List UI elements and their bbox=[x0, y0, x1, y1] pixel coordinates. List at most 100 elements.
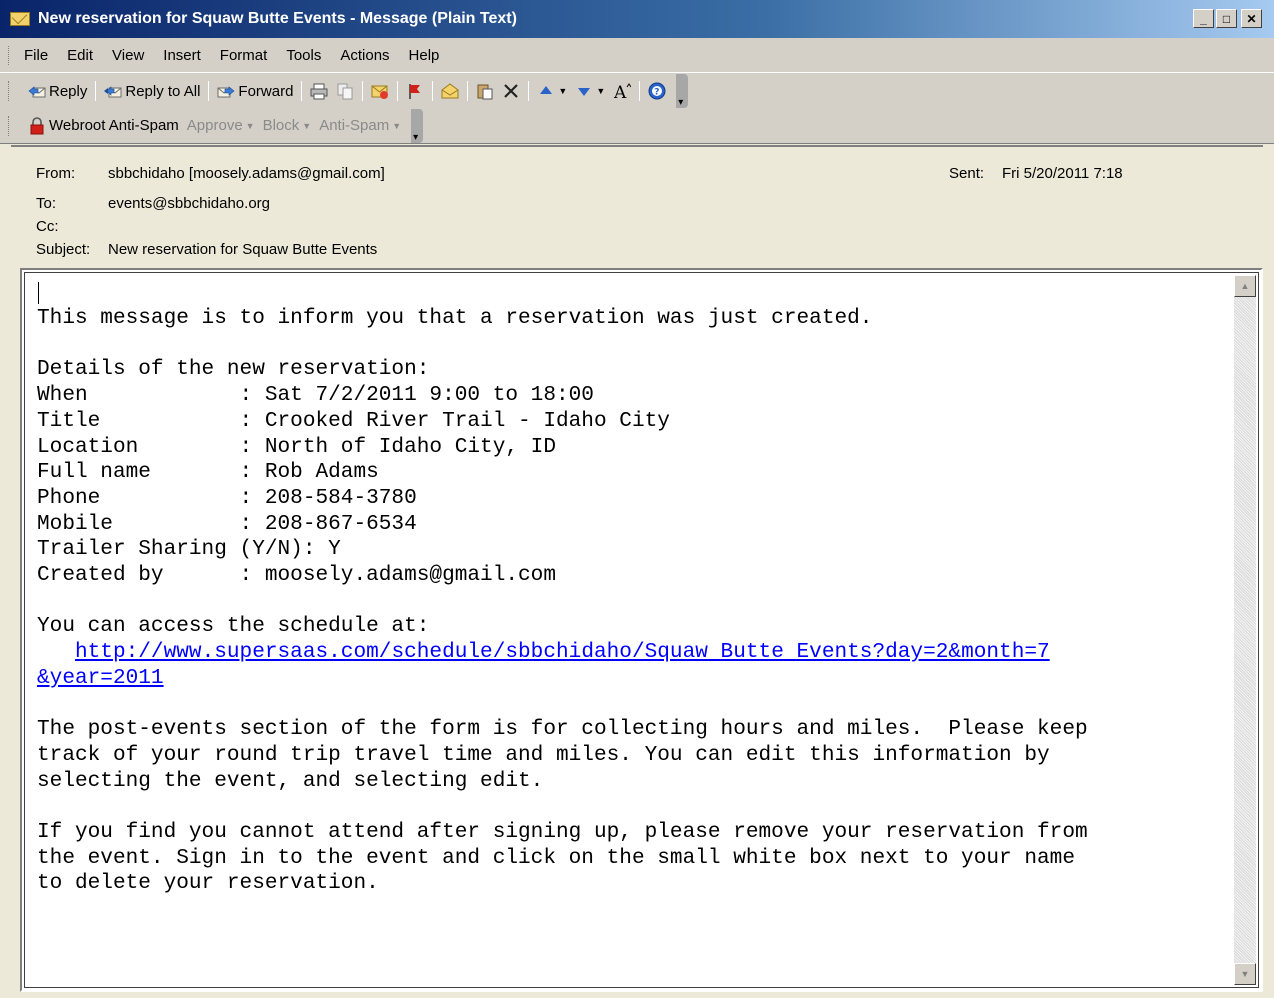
minimize-button[interactable]: _ bbox=[1193, 9, 1214, 28]
location-line: Location : North of Idaho City, ID bbox=[37, 434, 556, 459]
open-envelope-icon bbox=[441, 82, 459, 100]
title-bar: New reservation for Squaw Butte Events -… bbox=[0, 0, 1274, 38]
sent-row: Sent: Fri 5/20/2011 7:18 bbox=[949, 165, 1123, 182]
reply-all-label: Reply to All bbox=[125, 82, 201, 100]
access-heading: You can access the schedule at: bbox=[37, 614, 430, 639]
toolbar-grip[interactable] bbox=[8, 116, 12, 136]
block-label: Block bbox=[262, 117, 300, 134]
toolbar-separator bbox=[95, 81, 97, 101]
sent-label: Sent: bbox=[949, 165, 985, 182]
cc-row: Cc: bbox=[36, 218, 108, 235]
trailer-line: Trailer Sharing (Y/N): Y bbox=[37, 537, 341, 562]
scroll-up-button[interactable]: ▲ bbox=[1234, 275, 1256, 297]
menu-format[interactable]: Format bbox=[220, 47, 268, 64]
schedule-link-continued[interactable]: &year=2011 bbox=[37, 666, 164, 690]
move-button[interactable] bbox=[472, 78, 498, 104]
printer-icon bbox=[310, 82, 328, 100]
follow-up-flag-button[interactable] bbox=[402, 78, 428, 104]
flag-icon bbox=[406, 82, 424, 100]
text-caret bbox=[38, 282, 39, 304]
down-arrow-icon bbox=[575, 82, 593, 100]
toolbar-overflow-handle[interactable] bbox=[676, 74, 689, 108]
menu-file[interactable]: File bbox=[24, 47, 48, 64]
menu-insert[interactable]: Insert bbox=[163, 47, 201, 64]
move-to-folder-button[interactable] bbox=[367, 78, 393, 104]
forward-button[interactable]: Forward bbox=[213, 78, 297, 104]
menu-edit[interactable]: Edit bbox=[67, 47, 93, 64]
subject-label: Subject: bbox=[36, 241, 91, 258]
menu-help[interactable]: Help bbox=[409, 47, 440, 64]
envelope-icon bbox=[10, 11, 30, 27]
standard-toolbar: Reply Reply to All Forward ▼ ▼ A ? ▾ bbox=[0, 73, 1274, 109]
approve-dropdown[interactable]: Approve ▼ bbox=[183, 113, 259, 139]
full-name-line: Full name : Rob Adams bbox=[37, 460, 379, 485]
forward-label: Forward bbox=[238, 82, 294, 100]
previous-item-button[interactable]: ▼ bbox=[533, 78, 571, 104]
menu-bar: File Edit View Insert Format Tools Actio… bbox=[0, 38, 1274, 73]
reply-icon bbox=[28, 82, 46, 100]
lock-icon bbox=[28, 116, 46, 135]
toolbar-separator bbox=[467, 81, 469, 101]
to-row: To: events@sbbchidaho.org bbox=[36, 195, 270, 212]
font-size-icon: A bbox=[613, 82, 632, 103]
antispam-toolbar: Webroot Anti-Spam Approve ▼ Block ▼ Anti… bbox=[0, 108, 1274, 144]
to-value[interactable]: events@sbbchidaho.org bbox=[108, 195, 270, 212]
details-heading: Details of the new reservation: bbox=[37, 357, 430, 382]
message-header: From: sbbchidaho [moosely.adams@gmail.co… bbox=[11, 145, 1263, 267]
reply-label: Reply bbox=[49, 82, 88, 100]
chevron-down-icon[interactable]: ▼ bbox=[558, 86, 567, 96]
copy-icon bbox=[336, 82, 354, 100]
window-controls: _ □ ✕ bbox=[1193, 9, 1262, 28]
forward-icon bbox=[217, 82, 235, 100]
vertical-scrollbar[interactable]: ▲ ▼ bbox=[1234, 275, 1256, 985]
font-size-button[interactable]: A bbox=[609, 78, 635, 104]
delete-button[interactable] bbox=[498, 78, 524, 104]
menu-tools[interactable]: Tools bbox=[286, 47, 321, 64]
copy-button[interactable] bbox=[332, 78, 358, 104]
approve-label: Approve bbox=[186, 117, 243, 134]
block-dropdown[interactable]: Block ▼ bbox=[259, 113, 316, 139]
schedule-link[interactable]: http://www.supersaas.com/schedule/sbbchi… bbox=[75, 640, 1050, 664]
svg-text:A: A bbox=[613, 83, 627, 100]
toolbar-overflow-handle[interactable] bbox=[411, 108, 424, 143]
categorize-button[interactable] bbox=[437, 78, 463, 104]
scroll-down-button[interactable]: ▼ bbox=[1234, 963, 1256, 985]
chevron-down-icon[interactable]: ▼ bbox=[596, 86, 605, 96]
toolbar-separator bbox=[639, 81, 641, 101]
message-text: This message is to inform you that a res… bbox=[37, 306, 1088, 897]
reply-all-button[interactable]: Reply to All bbox=[100, 78, 204, 104]
reply-button[interactable]: Reply bbox=[24, 78, 91, 104]
antispam-label: Anti-Spam bbox=[319, 117, 390, 134]
reply-all-icon bbox=[104, 82, 122, 100]
intro-line: This message is to inform you that a res… bbox=[37, 306, 873, 330]
help-icon: ? bbox=[648, 82, 666, 100]
clipboard-icon bbox=[476, 82, 494, 100]
chevron-down-icon: ▼ bbox=[245, 120, 255, 131]
svg-text:?: ? bbox=[655, 88, 660, 98]
chevron-down-icon: ▼ bbox=[392, 120, 402, 131]
next-item-button[interactable]: ▼ bbox=[571, 78, 609, 104]
antispam-dropdown[interactable]: Anti-Spam ▼ bbox=[315, 113, 405, 139]
from-value[interactable]: sbbchidaho [moosely.adams@gmail.com] bbox=[108, 165, 385, 182]
print-button[interactable] bbox=[306, 78, 332, 104]
maximize-button[interactable]: □ bbox=[1216, 9, 1237, 28]
toolbar-grip[interactable] bbox=[8, 81, 12, 101]
close-button[interactable]: ✕ bbox=[1241, 9, 1262, 28]
chevron-down-icon: ▼ bbox=[302, 120, 312, 131]
window-title: New reservation for Squaw Butte Events -… bbox=[38, 10, 517, 27]
menu-actions[interactable]: Actions bbox=[340, 47, 389, 64]
message-body[interactable]: This message is to inform you that a res… bbox=[20, 268, 1263, 992]
up-arrow-icon bbox=[537, 82, 555, 100]
toolbar-separator bbox=[528, 81, 530, 101]
webroot-antispam-button[interactable]: Webroot Anti-Spam bbox=[24, 113, 183, 139]
phone-line: Phone : 208-584-3780 bbox=[37, 485, 417, 510]
mobile-line: Mobile : 208-867-6534 bbox=[37, 511, 417, 536]
when-line: When : Sat 7/2/2011 9:00 to 18:00 bbox=[37, 383, 594, 408]
menu-view[interactable]: View bbox=[112, 47, 144, 64]
help-button[interactable]: ? bbox=[644, 78, 670, 104]
envelope-move-icon bbox=[371, 82, 389, 100]
from-label: From: bbox=[36, 165, 76, 182]
delete-x-icon bbox=[502, 82, 520, 100]
created-by-line: Created by : moosely.adams@gmail.com bbox=[37, 563, 556, 588]
menu-grip[interactable] bbox=[8, 46, 12, 65]
